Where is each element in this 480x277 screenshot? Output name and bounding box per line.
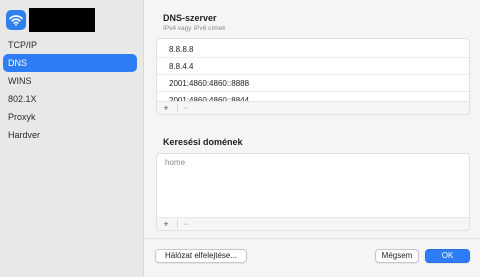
sidebar: TCP/IP DNS WINS 802.1X Proxyk Hardver xyxy=(0,0,144,277)
dns-add-remove-bar: + − xyxy=(156,101,470,115)
separator xyxy=(177,220,178,228)
dns-section-subtitle: IPv4 vagy IPv6 címek xyxy=(163,25,226,32)
search-domains-title: Keresési domének xyxy=(163,137,243,147)
sidebar-item-802-1x[interactable]: 802.1X xyxy=(3,90,137,108)
add-dns-server-button[interactable]: + xyxy=(160,102,172,114)
search-domain-placeholder: home xyxy=(165,158,186,167)
sidebar-item-hardware[interactable]: Hardver xyxy=(3,126,137,144)
sidebar-item-tcp-ip[interactable]: TCP/IP xyxy=(3,36,137,54)
search-add-remove-bar: + − xyxy=(156,217,470,231)
separator xyxy=(177,104,178,112)
remove-search-domain-button[interactable]: − xyxy=(180,218,192,230)
dns-server-row[interactable]: 8.8.4.4 xyxy=(157,58,469,75)
ok-button[interactable]: OK xyxy=(425,249,470,263)
search-domain-list[interactable]: home xyxy=(156,153,470,217)
network-header xyxy=(6,8,140,32)
dns-server-row[interactable]: 2001:4860:4860::8888 xyxy=(157,75,469,92)
dns-section-title: DNS-szerver xyxy=(163,13,217,23)
sidebar-item-dns[interactable]: DNS xyxy=(3,54,137,72)
add-search-domain-button[interactable]: + xyxy=(160,218,172,230)
dns-server-list: 8.8.8.8 8.8.4.4 2001:4860:4860::8888 200… xyxy=(156,38,470,105)
network-settings-window: TCP/IP DNS WINS 802.1X Proxyk Hardver DN… xyxy=(0,0,480,277)
redacted-network-name xyxy=(29,8,95,32)
sidebar-nav: TCP/IP DNS WINS 802.1X Proxyk Hardver xyxy=(3,36,137,144)
wifi-icon xyxy=(6,10,26,30)
main-panel: DNS-szerver IPv4 vagy IPv6 címek 8.8.8.8… xyxy=(145,0,480,277)
dns-server-row[interactable]: 8.8.8.8 xyxy=(157,41,469,58)
sidebar-item-proxies[interactable]: Proxyk xyxy=(3,108,137,126)
footer-divider xyxy=(145,238,480,239)
remove-dns-server-button[interactable]: − xyxy=(180,102,192,114)
sidebar-item-wins[interactable]: WINS xyxy=(3,72,137,90)
forget-network-button[interactable]: Hálózat elfelejtése... xyxy=(155,249,247,263)
cancel-button[interactable]: Mégsem xyxy=(375,249,419,263)
